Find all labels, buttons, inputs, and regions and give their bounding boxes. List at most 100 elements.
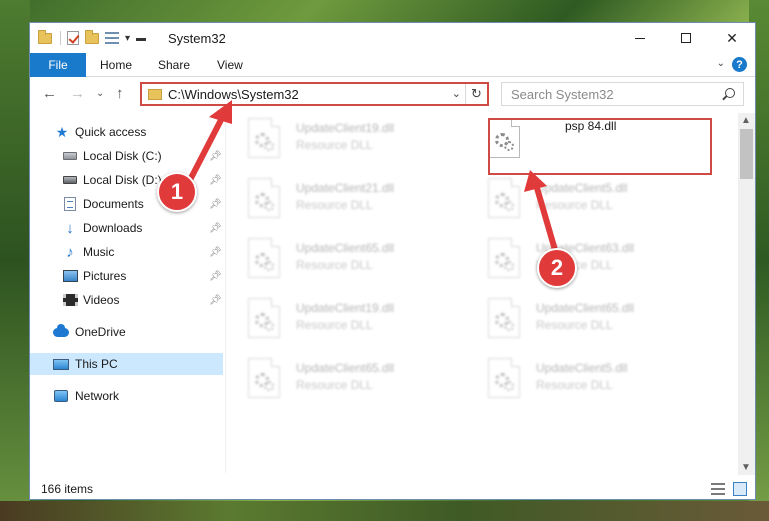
properties-list-icon[interactable] [105, 32, 119, 44]
sidebar-item-label: This PC [75, 357, 118, 371]
search-placeholder: Search System32 [511, 86, 614, 102]
pin-icon[interactable]: 📌︎ [209, 247, 222, 258]
back-arrow-icon[interactable]: ← [42, 85, 57, 102]
file-name: UpdateClient21.dll [296, 181, 395, 195]
scroll-up-icon[interactable]: ▲ [741, 115, 751, 126]
pin-icon[interactable]: 📌︎ [209, 199, 222, 210]
file-item[interactable]: UpdateClient19.dll Resource DLL [230, 113, 460, 163]
quick-access-toolbar: ▾ ▬ [38, 29, 146, 47]
pin-icon[interactable]: 📌︎ [209, 175, 222, 186]
file-type: Resource DLL [296, 258, 373, 272]
file-item[interactable]: UpdateClient65.dll Resource DLL [470, 293, 700, 343]
sidebar-item-onedrive[interactable]: OneDrive [30, 321, 223, 343]
refresh-icon[interactable]: ↻ [465, 84, 487, 104]
properties-check-icon[interactable] [67, 31, 79, 45]
address-bar[interactable]: C:\Windows\System32 ⌄ ↻ [140, 82, 489, 106]
close-icon: ✕ [726, 29, 738, 46]
file-highlight-box [488, 118, 712, 175]
tab-view[interactable]: View [217, 53, 243, 77]
download-icon: ↓ [66, 219, 74, 237]
maximize-button[interactable] [663, 23, 709, 53]
address-folder-icon [148, 88, 162, 100]
sidebar-item-music[interactable]: ♪ Music 📌︎ [30, 241, 223, 263]
file-item[interactable]: UpdateClient21.dll Resource DLL [230, 173, 460, 223]
minimize-icon [635, 37, 645, 39]
sidebar-item-videos[interactable]: Videos 📌︎ [30, 289, 223, 311]
file-name: UpdateClient19.dll [296, 301, 395, 315]
scroll-down-icon[interactable]: ▼ [741, 462, 751, 473]
file-item[interactable]: UpdateClient19.dll Resource DLL [230, 293, 460, 343]
file-type: Resource DLL [536, 318, 613, 332]
address-row: ← → ⌄ ↑ C:\Windows\System32 ⌄ ↻ Search S… [30, 78, 755, 110]
close-button[interactable]: ✕ [709, 23, 755, 53]
address-path[interactable]: C:\Windows\System32 [168, 87, 299, 102]
pictures-icon [62, 269, 78, 283]
large-icons-view-icon[interactable] [733, 482, 747, 496]
maximize-icon [681, 33, 691, 43]
customize-toolbar-icon[interactable]: ▬ [136, 33, 146, 44]
forward-arrow-icon[interactable]: → [70, 85, 85, 102]
file-name: UpdateClient65.dll [296, 361, 395, 375]
tab-home[interactable]: Home [100, 53, 132, 77]
sidebar-item-this-pc[interactable]: This PC [30, 353, 223, 375]
music-icon: ♪ [66, 243, 74, 261]
step-marker-1: 1 [157, 172, 197, 212]
sidebar-item-label: Network [75, 389, 120, 403]
file-type: Resource DLL [536, 378, 613, 392]
file-item[interactable]: UpdateClient63.dll Resource DLL [470, 233, 700, 283]
pin-icon[interactable]: 📌︎ [209, 151, 222, 162]
star-icon: ★ [55, 123, 69, 140]
file-item[interactable]: UpdateClient65.dll Resource DLL [230, 233, 460, 283]
file-name: UpdateClient65.dll [296, 241, 395, 255]
scrollbar-thumb[interactable] [740, 129, 753, 179]
chevron-down-icon[interactable]: ▾ [125, 33, 130, 44]
recent-locations-icon[interactable]: ⌄ [96, 88, 104, 99]
background-forest-bottom [0, 501, 769, 521]
sidebar-item-pictures[interactable]: Pictures 📌︎ [30, 265, 223, 287]
sidebar-item-quick-access[interactable]: ★ Quick access [30, 121, 223, 143]
sidebar-item-downloads[interactable]: ↓ Downloads 📌︎ [30, 217, 223, 239]
dll-file-icon [248, 178, 280, 218]
documents-icon [62, 197, 78, 211]
sidebar-item-label: Local Disk (C:) [83, 149, 162, 163]
expand-ribbon-icon[interactable]: ⌄ [717, 58, 725, 69]
sidebar-item-label: Pictures [83, 269, 127, 283]
dll-file-icon [488, 178, 520, 218]
file-name: UpdateClient5.dll [536, 361, 628, 375]
window-title: System32 [168, 31, 226, 46]
folder-icon [38, 29, 52, 44]
pin-icon[interactable]: 📌︎ [209, 271, 222, 282]
file-type: Resource DLL [296, 378, 373, 392]
new-folder-icon[interactable] [85, 29, 99, 44]
file-item[interactable]: UpdateClient5.dll Resource DLL [470, 173, 700, 223]
dll-file-icon [248, 238, 280, 278]
sidebar-item-label: Downloads [83, 221, 143, 235]
details-view-icon[interactable] [711, 483, 725, 495]
up-arrow-icon[interactable]: ↑ [116, 85, 124, 102]
file-type: Resource DLL [296, 198, 373, 212]
file-item[interactable]: UpdateClient65.dll Resource DLL [230, 353, 460, 403]
ribbon-tabs: File Home Share View ⌄ ? [30, 53, 755, 77]
sidebar-item-label: Music [83, 245, 115, 259]
pin-icon[interactable]: 📌︎ [209, 295, 222, 306]
navigation-pane: ★ Quick access Local Disk (C:) 📌︎ Local … [30, 113, 223, 475]
address-chevron-down-icon[interactable]: ⌄ [452, 87, 461, 100]
sidebar-item-local-disk-c[interactable]: Local Disk (C:) 📌︎ [30, 145, 223, 167]
disk-icon [62, 149, 78, 163]
minimize-button[interactable] [617, 23, 663, 53]
search-icon[interactable] [725, 88, 735, 98]
file-name: UpdateClient5.dll [536, 181, 628, 195]
help-icon[interactable]: ? [732, 57, 747, 72]
file-name: UpdateClient65.dll [536, 301, 635, 315]
sidebar-item-network[interactable]: Network [30, 385, 223, 407]
tab-share[interactable]: Share [158, 53, 190, 77]
dll-file-icon [248, 298, 280, 338]
tab-file[interactable]: File [30, 53, 86, 77]
pin-icon[interactable]: 📌︎ [209, 223, 222, 234]
search-input[interactable]: Search System32 [501, 82, 744, 106]
vertical-scrollbar[interactable]: ▲ ▼ [738, 113, 755, 475]
file-item[interactable]: UpdateClient5.dll Resource DLL [470, 353, 700, 403]
title-bar: ▾ ▬ System32 ✕ [30, 23, 755, 53]
computer-icon [53, 357, 69, 371]
pane-divider[interactable] [225, 113, 226, 473]
